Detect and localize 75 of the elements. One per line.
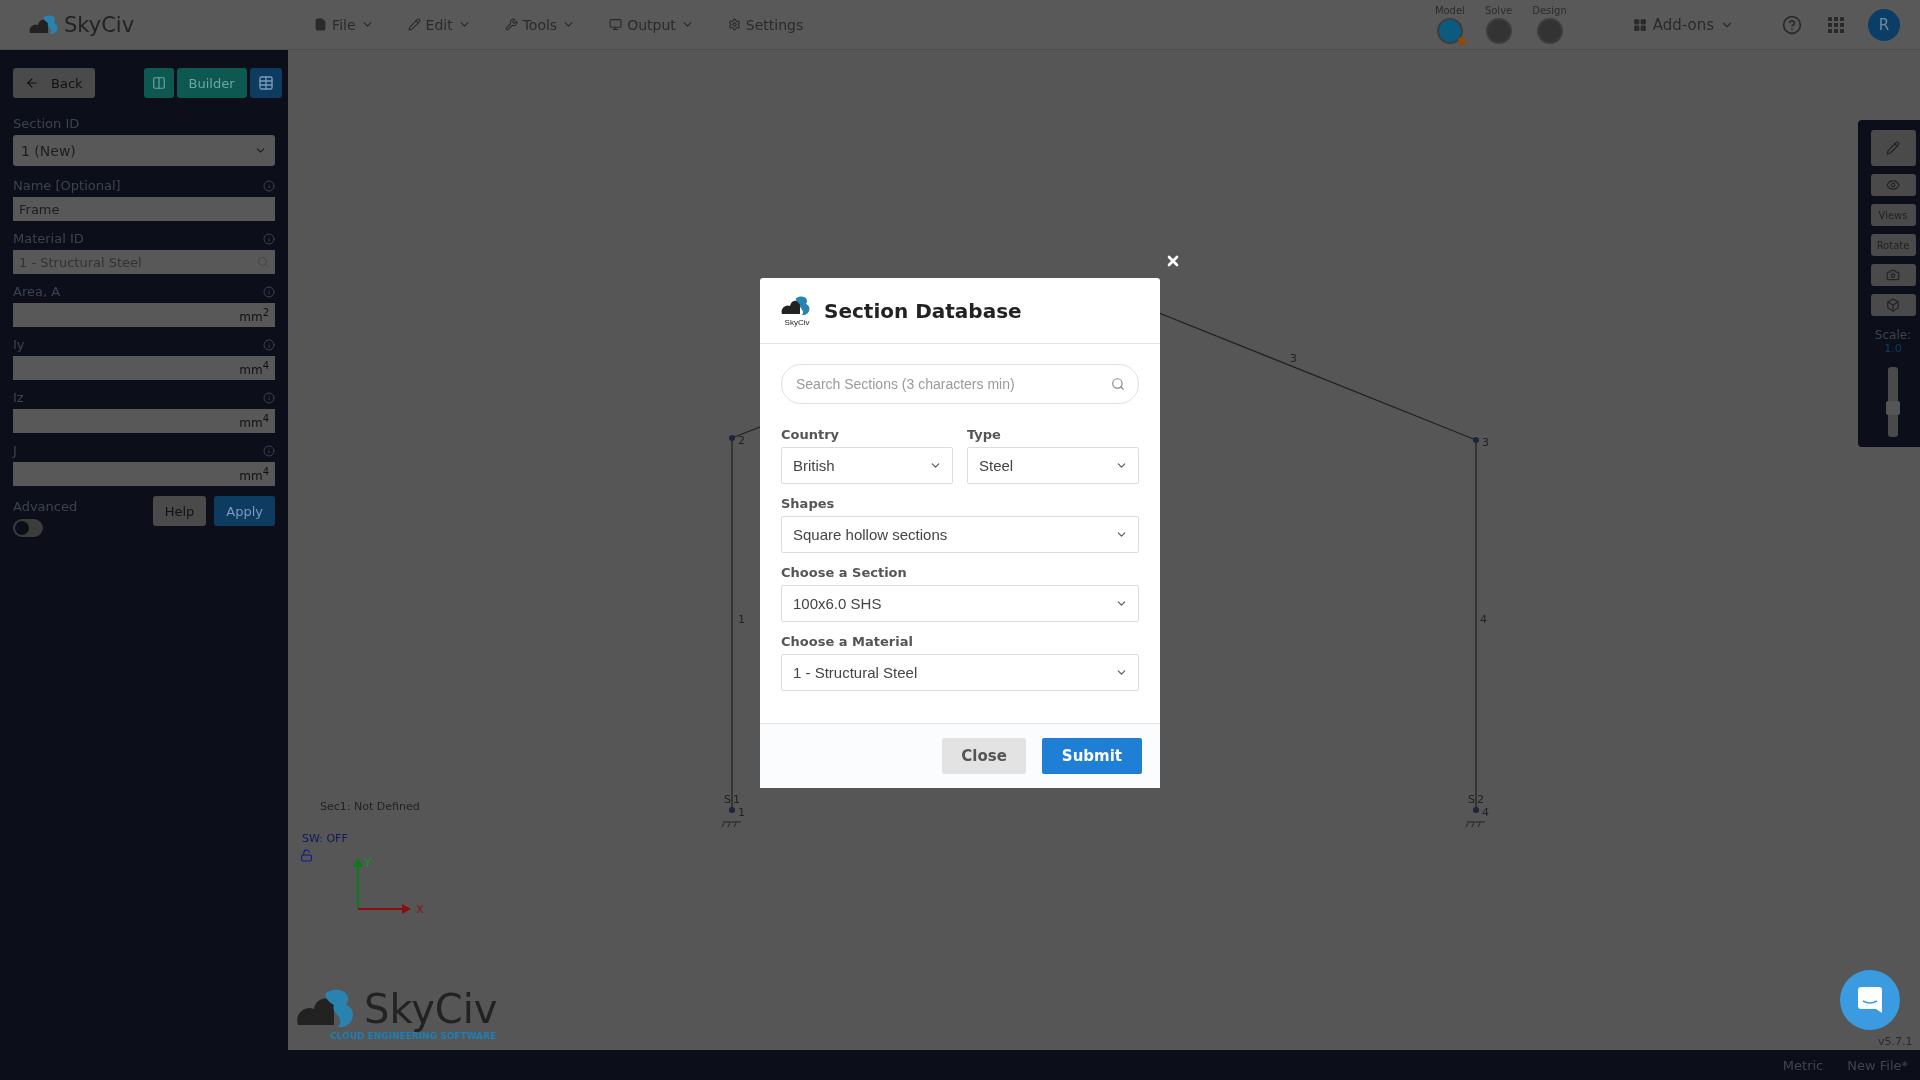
info-icon[interactable] xyxy=(263,179,275,192)
pencil-icon xyxy=(407,18,421,31)
tool-button[interactable] xyxy=(1870,174,1916,196)
field-label: Shapes xyxy=(781,496,836,511)
tool-button[interactable] xyxy=(1870,130,1916,166)
apply-button[interactable]: Apply xyxy=(214,496,275,526)
input-field[interactable]: mm$^{4}$ xyxy=(13,462,275,486)
axis-label: Y xyxy=(364,856,372,870)
input-field[interactable]: mm$^{4}$ xyxy=(13,409,275,433)
x-axis-arrow xyxy=(357,904,411,914)
table-icon xyxy=(257,75,274,91)
dropdown-select[interactable]: 100x6.0 SHS xyxy=(781,585,1139,622)
y-axis-arrow xyxy=(353,858,363,910)
section-id-select[interactable]: 1 (New) xyxy=(13,135,275,166)
field-label: Choose a Section xyxy=(781,565,908,580)
node-point xyxy=(1473,437,1479,443)
help-button[interactable]: Help xyxy=(152,496,207,526)
columns-icon xyxy=(151,76,166,90)
back-button[interactable]: Back xyxy=(13,68,95,98)
dialog-logo-text: SkyCiv xyxy=(784,318,810,327)
wrench-icon xyxy=(504,18,518,31)
monitor-icon xyxy=(609,18,623,31)
gear-icon xyxy=(727,18,741,31)
search-field[interactable]: Search Sections (3 characters min) xyxy=(781,364,1139,404)
field-label: Choose a Material xyxy=(781,634,914,649)
search-icon xyxy=(1111,377,1125,391)
field-label: Country xyxy=(781,427,841,442)
node-point xyxy=(1473,807,1479,813)
info-icon[interactable] xyxy=(263,285,275,298)
dialog-title: Section Database xyxy=(824,298,1022,323)
info-icon[interactable] xyxy=(263,232,275,245)
chat-bubble-icon xyxy=(1858,987,1882,1013)
table-button[interactable] xyxy=(249,68,282,98)
submit-button[interactable]: Submit xyxy=(1041,738,1142,774)
scale-slider[interactable] xyxy=(1888,367,1898,437)
dropdown-select[interactable]: Steel xyxy=(967,447,1139,484)
advanced-toggle[interactable] xyxy=(13,519,43,537)
input-field[interactable]: mm$^{2}$ xyxy=(13,303,275,327)
close-icon xyxy=(1165,253,1181,269)
unlock-icon[interactable] xyxy=(300,849,313,862)
close-button[interactable] xyxy=(1165,253,1181,269)
slider-thumb[interactable] xyxy=(1886,400,1900,415)
grid-icon xyxy=(1632,17,1647,32)
axis-label: X xyxy=(416,903,424,915)
info-icon[interactable] xyxy=(263,338,275,351)
eye-icon xyxy=(1886,178,1900,192)
input-field[interactable]: mm$^{4}$ xyxy=(13,356,275,380)
node-point xyxy=(729,435,735,441)
library-button[interactable] xyxy=(143,68,174,98)
help-icon[interactable] xyxy=(1782,14,1802,35)
fixed-support-icon xyxy=(1465,821,1486,828)
file-icon xyxy=(314,18,328,31)
scale-value: 1.0 xyxy=(1884,342,1902,355)
info-icon[interactable] xyxy=(263,391,275,404)
dropdown-select[interactable]: British xyxy=(781,447,953,484)
tool-button[interactable] xyxy=(1870,264,1916,286)
cube-icon xyxy=(1886,298,1900,312)
pencil-icon xyxy=(1886,141,1900,155)
camera-icon xyxy=(1886,268,1900,282)
info-icon[interactable] xyxy=(263,444,275,457)
apps-grid-icon[interactable] xyxy=(1828,16,1844,33)
input-field[interactable]: Frame xyxy=(13,197,275,221)
builder-button[interactable]: Builder xyxy=(176,68,247,98)
self-weight-indicator: SW: OFF xyxy=(302,832,348,845)
dropdown-select[interactable]: 1 - Structural Steel xyxy=(781,654,1139,691)
field-label: Type xyxy=(967,427,1002,442)
tool-button[interactable] xyxy=(1870,294,1916,316)
dropdown-select[interactable]: Square hollow sections xyxy=(781,516,1139,553)
app-logo-text: SkyCiv xyxy=(64,12,135,37)
user-avatar[interactable]: R xyxy=(1868,8,1900,41)
close-button[interactable]: Close xyxy=(942,738,1026,774)
brand-tagline: CLOUD ENGINEERING SOFTWARE xyxy=(330,1031,498,1041)
fixed-support-icon xyxy=(721,821,742,828)
chat-button[interactable] xyxy=(1840,970,1900,1030)
node-point xyxy=(729,807,735,813)
